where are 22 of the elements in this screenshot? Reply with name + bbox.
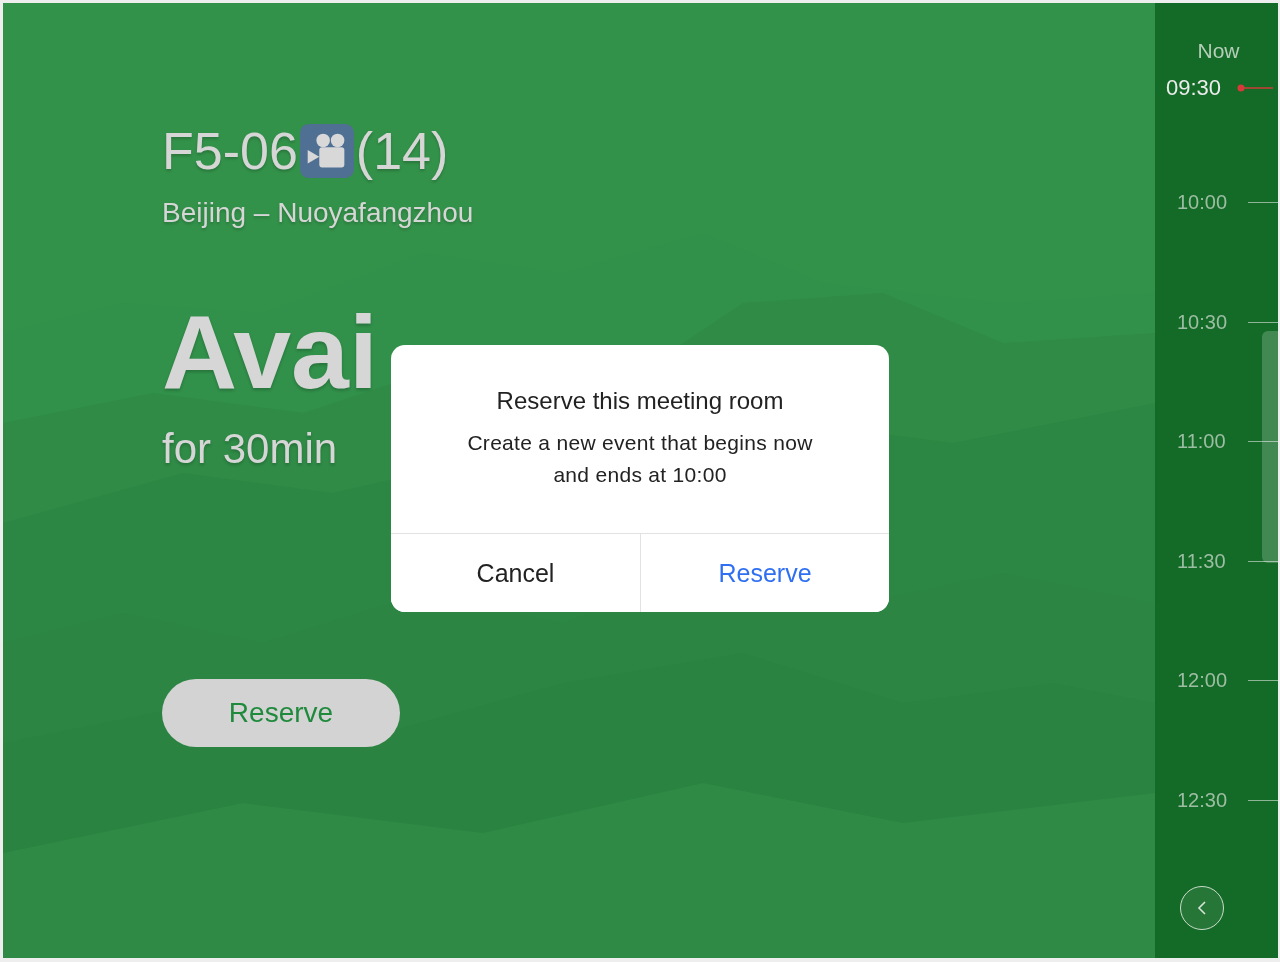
time-label: 10:00 xyxy=(1177,190,1229,215)
reserve-button[interactable]: Reserve xyxy=(162,679,400,747)
room-location: Beijing – Nuoyafangzhou xyxy=(162,197,474,229)
time-label: 10:30 xyxy=(1177,309,1229,335)
back-button[interactable] xyxy=(1180,886,1224,930)
room-name: F5-06 xyxy=(162,121,298,181)
current-time: 09:30 xyxy=(1166,74,1222,102)
video-camera-icon xyxy=(299,124,354,178)
dialog-title: Reserve this meeting room xyxy=(496,387,784,415)
room-capacity: (14) xyxy=(355,121,449,181)
current-time-line xyxy=(1237,84,1274,92)
time-label: 12:30 xyxy=(1177,787,1229,813)
dialog-message: Create a new event that begins now and ends at 10:00 xyxy=(466,430,814,488)
chevron-left-icon xyxy=(1197,900,1207,916)
scroll-thumb[interactable] xyxy=(1262,331,1278,563)
availability-duration: for 30min xyxy=(162,425,338,473)
time-label: 11:00 xyxy=(1177,429,1227,454)
now-label: Now xyxy=(1196,39,1240,63)
availability-status: Avai xyxy=(162,297,378,407)
confirm-button[interactable]: Reserve xyxy=(640,534,889,612)
time-label: 11:30 xyxy=(1177,548,1227,574)
time-label: 12:00 xyxy=(1177,668,1229,693)
